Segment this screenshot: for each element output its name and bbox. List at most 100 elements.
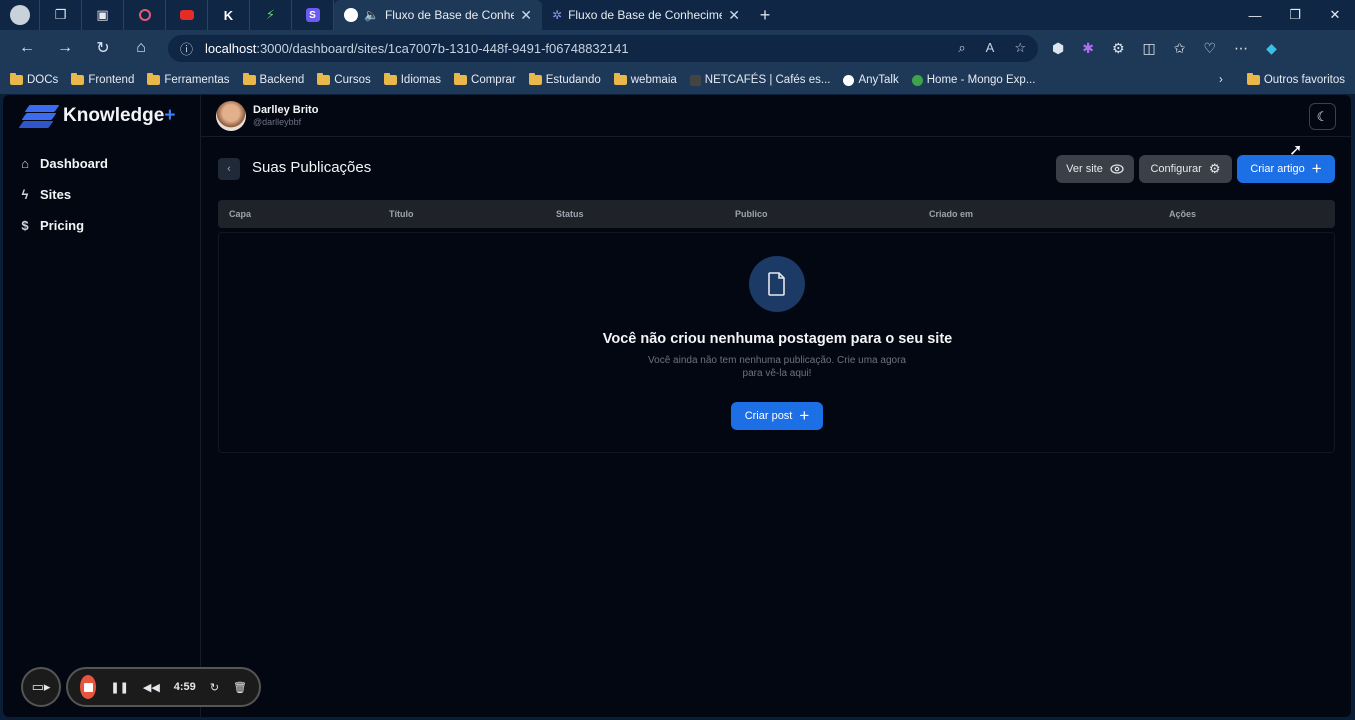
button-label: Criar post [744, 410, 793, 422]
close-window-icon[interactable]: ✕ [1315, 0, 1355, 30]
bookmark-mongo[interactable]: Home - Mongo Exp... [911, 74, 1035, 86]
bookmark-idiomas[interactable]: Idiomas [383, 73, 441, 86]
back-button[interactable]: ‹ [218, 158, 240, 180]
profile-avatar-icon[interactable] [0, 0, 40, 30]
page-title: Suas Publicações [252, 159, 372, 176]
copilot-icon[interactable]: ◆ [1266, 40, 1277, 57]
zoom-icon[interactable]: ⌕ [958, 40, 965, 56]
folder-icon [317, 73, 331, 85]
column-header-created: Criado em [929, 209, 974, 219]
user-name: Darlley Brito [253, 104, 319, 116]
home-icon: ⌂ [21, 156, 29, 171]
restore-icon[interactable]: ❐ [1275, 0, 1315, 30]
sidebar-item-sites[interactable]: ϟ Sites [18, 187, 72, 202]
bookmark-comprar[interactable]: Comprar [454, 73, 516, 86]
bookmark-netcafes[interactable]: NETCAFÉS | Cafés es... [689, 74, 830, 86]
logo-text: Knowledge+ [63, 105, 176, 126]
tab-title: Fluxo de Base de Conhecimento [568, 8, 723, 22]
bookmark-frontend[interactable]: Frontend [71, 73, 134, 86]
pinned-tab-youtube[interactable] [166, 0, 208, 30]
pause-icon[interactable]: ❚❚ [110, 681, 128, 694]
column-header-title: Título [389, 209, 414, 219]
chevron-right-icon[interactable]: › [1219, 74, 1223, 86]
site-info-icon[interactable]: ⓘ [180, 39, 193, 58]
column-header-actions: Ações [1169, 209, 1197, 219]
recorder-camera-button[interactable]: ▭▸ [21, 667, 61, 707]
bookmark-backend[interactable]: Backend [242, 73, 304, 86]
back-icon[interactable]: ← [8, 39, 46, 57]
folder-icon [147, 73, 161, 85]
app-header: Darlley Brito @darlleybbf ☾ [201, 95, 1351, 137]
more-menu-icon[interactable]: ⋯ [1234, 40, 1248, 57]
favorite-star-icon[interactable]: ☆ [1014, 40, 1026, 56]
forward-icon[interactable]: → [46, 39, 84, 57]
close-tab-icon[interactable]: ✕ [520, 7, 532, 24]
recorder-controls: ❚❚ ◀◀ 4:59 ↻ 🗑 [66, 667, 261, 707]
browser-nav-bar: ← → ↻ ⌂ ⓘ localhost:3000/dashboard/sites… [0, 30, 1355, 66]
mongo-icon [911, 74, 923, 86]
window-controls: — ❐ ✕ [1235, 0, 1355, 30]
avatar[interactable] [216, 101, 246, 131]
table-header: Capa Título Status Publico Criado em Açõ… [218, 200, 1335, 228]
view-site-button[interactable]: Ver site [1056, 155, 1134, 183]
document-icon [749, 256, 805, 312]
dollar-icon: $ [21, 218, 29, 233]
extensions-area: ⬢ ✱ ⚙ ◫ ✩ ♡ ⋯ ◆ [1052, 40, 1277, 57]
new-tab-icon[interactable]: + [750, 5, 780, 26]
sidebar: Knowledge+ ⌂ Dashboard ϟ Sites $ Pricing [3, 95, 201, 717]
vercel-icon [344, 8, 358, 22]
rewind-icon[interactable]: ◀◀ [143, 681, 160, 694]
pinned-tab-k[interactable]: K [208, 0, 250, 30]
favorites-icon[interactable]: ✩ [1174, 40, 1186, 57]
folder-icon [613, 73, 627, 85]
tab-actions-icon[interactable]: ▣ [82, 0, 124, 30]
browser-tab-bar: ❐ ▣ K ⚡ S 🔈 Fluxo de Base de Conhecimen … [0, 0, 1355, 30]
read-aloud-icon[interactable]: A [986, 40, 995, 56]
url-host: localhost [205, 40, 257, 56]
bookmark-anytalk[interactable]: AnyTalk [843, 74, 899, 86]
camera-icon: ▭▸ [31, 679, 51, 694]
address-bar[interactable]: ⓘ localhost:3000/dashboard/sites/1ca7007… [168, 34, 1038, 62]
restart-icon[interactable]: ↻ [210, 681, 219, 694]
bookmark-ferramentas[interactable]: Ferramentas [147, 73, 230, 86]
sidebar-item-label: Dashboard [40, 156, 108, 171]
workspaces-icon[interactable]: ❐ [40, 0, 82, 30]
home-icon[interactable]: ⌂ [122, 39, 160, 57]
bookmarks-bar: DOCs Frontend Ferramentas Backend Cursos… [0, 66, 1355, 94]
column-header-status: Status [556, 209, 584, 219]
bookmark-other-favorites[interactable]: Outros favoritos [1246, 73, 1345, 86]
pinned-tab-s[interactable]: S [292, 0, 334, 30]
stop-recording-button[interactable] [80, 675, 97, 699]
minimize-icon[interactable]: — [1235, 0, 1275, 30]
folder-icon [10, 73, 23, 85]
pinned-tab-record[interactable] [124, 0, 166, 30]
app-logo[interactable]: Knowledge+ [18, 104, 176, 128]
bookmark-webmaia[interactable]: webmaia [613, 73, 677, 86]
extensions-icon[interactable]: ⚙ [1112, 40, 1125, 57]
pinned-tab-bolt[interactable]: ⚡ [250, 0, 292, 30]
split-screen-icon[interactable]: ◫ [1143, 40, 1156, 57]
create-article-button[interactable]: Criar artigo + [1237, 155, 1335, 183]
button-label: Ver site [1066, 163, 1103, 175]
netcafes-icon [689, 74, 701, 86]
tab-knowledge[interactable]: ✲ Fluxo de Base de Conhecimento ✕ [542, 0, 750, 30]
address-bar-icons: ⌕ A ☆ [958, 40, 1026, 56]
bookmark-estudando[interactable]: Estudando [528, 73, 601, 86]
sidebar-item-pricing[interactable]: $ Pricing [18, 218, 84, 233]
theme-toggle-button[interactable]: ☾ [1309, 103, 1336, 130]
sidebar-item-dashboard[interactable]: ⌂ Dashboard [18, 156, 108, 171]
reload-icon[interactable]: ↻ [84, 38, 122, 58]
tab-knowledge-active[interactable]: 🔈 Fluxo de Base de Conhecimen ✕ [334, 0, 542, 30]
configure-button[interactable]: Configurar ⚙ [1139, 155, 1232, 183]
collections-icon[interactable]: ♡ [1204, 40, 1217, 57]
extension-puzzle-color-icon[interactable]: ✱ [1082, 40, 1094, 57]
user-handle: @darlleybbf [253, 117, 302, 127]
close-tab-icon[interactable]: ✕ [728, 7, 740, 24]
bookmark-docs[interactable]: DOCs [10, 73, 58, 86]
extension-shield-icon[interactable]: ⬢ [1052, 40, 1064, 57]
bookmark-cursos[interactable]: Cursos [317, 73, 371, 86]
create-post-button[interactable]: Criar post + [731, 402, 823, 430]
logo-icon [18, 104, 60, 128]
trash-icon[interactable]: 🗑 [233, 681, 247, 694]
mouse-cursor-icon: ➚ [1289, 142, 1303, 159]
